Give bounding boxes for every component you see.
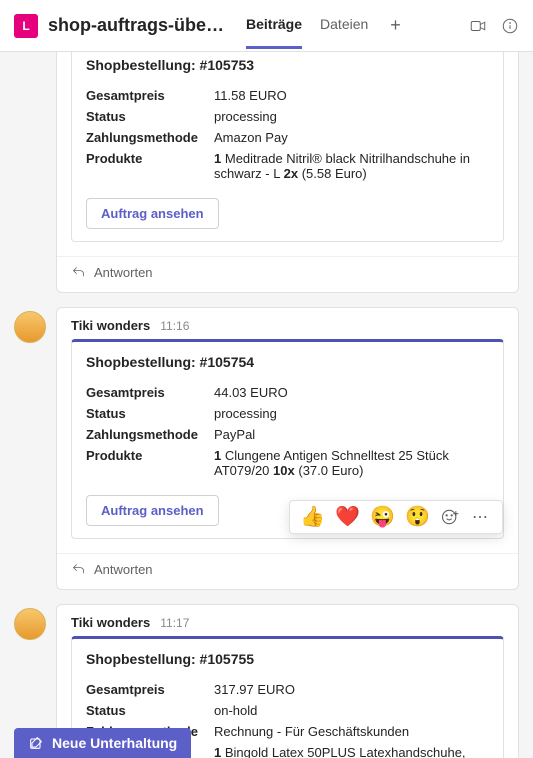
value-produkte: 1 Meditrade Nitril® black Nitrilhandschu…: [214, 151, 489, 183]
posts-feed: Tiki wonders 11:11 Shopbestellung: #1057…: [0, 52, 533, 758]
value-gesamtpreis: 11.58 EURO: [214, 88, 489, 103]
value-status: on-hold: [214, 703, 489, 718]
reply-button[interactable]: Antworten: [57, 256, 518, 292]
add-reaction-icon[interactable]: [440, 507, 460, 527]
post: Tiki wonders 11:11 Shopbestellung: #1057…: [14, 52, 519, 293]
new-conversation-label: Neue Unterhaltung: [52, 735, 177, 751]
channel-header: L shop-auftrags-überp... Beiträge Dateie…: [0, 0, 533, 52]
reaction-thumbs-up[interactable]: 👍: [300, 507, 325, 527]
avatar[interactable]: [14, 311, 46, 343]
order-title: Shopbestellung: #105754: [86, 354, 489, 370]
channel-tabs: Beiträge Dateien +: [246, 2, 405, 49]
reaction-bar: 👍 ❤️ 😜 😲 ⋯: [289, 500, 503, 534]
value-gesamtpreis: 44.03 EURO: [214, 385, 489, 400]
add-tab-button[interactable]: +: [386, 15, 405, 36]
label-produkte: Produkte: [86, 448, 214, 463]
label-zahlungsmethode: Zahlungsmethode: [86, 427, 214, 442]
value-status: processing: [214, 109, 489, 124]
view-order-button[interactable]: Auftrag ansehen: [86, 495, 219, 526]
value-zahlungsmethode: Amazon Pay: [214, 130, 489, 145]
post-bubble: Tiki wonders 11:11 Shopbestellung: #1057…: [56, 52, 519, 293]
label-zahlungsmethode: Zahlungsmethode: [86, 130, 214, 145]
more-actions-button[interactable]: ⋯: [470, 507, 492, 527]
reply-button[interactable]: Antworten: [57, 553, 518, 589]
label-status: Status: [86, 109, 214, 124]
order-title: Shopbestellung: #105753: [86, 57, 489, 73]
label-produkte: Produkte: [86, 151, 214, 166]
channel-title: shop-auftrags-überp...: [48, 15, 228, 36]
reply-icon: [71, 562, 86, 577]
view-order-button[interactable]: Auftrag ansehen: [86, 198, 219, 229]
post-bubble: Tiki wonders 11:16 Shopbestellung: #1057…: [56, 307, 519, 590]
post-header: Tiki wonders 11:17: [57, 605, 518, 636]
tab-files[interactable]: Dateien: [320, 2, 368, 49]
team-avatar[interactable]: L: [14, 14, 38, 38]
post-time: 11:17: [160, 616, 189, 630]
reply-icon: [71, 265, 86, 280]
reply-label: Antworten: [94, 562, 153, 577]
order-title: Shopbestellung: #105755: [86, 651, 489, 667]
new-conversation-button[interactable]: Neue Unterhaltung: [14, 728, 191, 758]
header-actions: [469, 17, 519, 35]
value-produkte: 1 Clungene Antigen Schnelltest 25 Stück …: [214, 448, 489, 480]
reaction-surprised[interactable]: 😲: [405, 507, 430, 527]
reaction-heart[interactable]: ❤️: [335, 507, 360, 527]
value-zahlungsmethode: PayPal: [214, 427, 489, 442]
label-status: Status: [86, 703, 214, 718]
info-icon[interactable]: [501, 17, 519, 35]
label-gesamtpreis: Gesamtpreis: [86, 385, 214, 400]
compose-icon: [28, 735, 44, 751]
label-status: Status: [86, 406, 214, 421]
label-gesamtpreis: Gesamtpreis: [86, 88, 214, 103]
post-header: Tiki wonders 11:16: [57, 308, 518, 339]
reaction-laugh[interactable]: 😜: [370, 507, 395, 527]
post-author: Tiki wonders: [71, 615, 150, 630]
reply-label: Antworten: [94, 265, 153, 280]
tab-posts[interactable]: Beiträge: [246, 2, 302, 49]
order-card: Shopbestellung: #105753 Gesamtpreis11.58…: [71, 52, 504, 242]
post-author: Tiki wonders: [71, 318, 150, 333]
avatar[interactable]: [14, 608, 46, 640]
value-zahlungsmethode: Rechnung - Für Geschäftskunden: [214, 724, 489, 739]
value-gesamtpreis: 317.97 EURO: [214, 682, 489, 697]
post: Tiki wonders 11:16 Shopbestellung: #1057…: [14, 307, 519, 590]
post-time: 11:16: [160, 319, 189, 333]
label-gesamtpreis: Gesamtpreis: [86, 682, 214, 697]
meet-icon[interactable]: [469, 17, 487, 35]
value-status: processing: [214, 406, 489, 421]
value-produkte: 1 Bingold Latex 50PLUS Latexhandschuhe, …: [214, 745, 489, 758]
